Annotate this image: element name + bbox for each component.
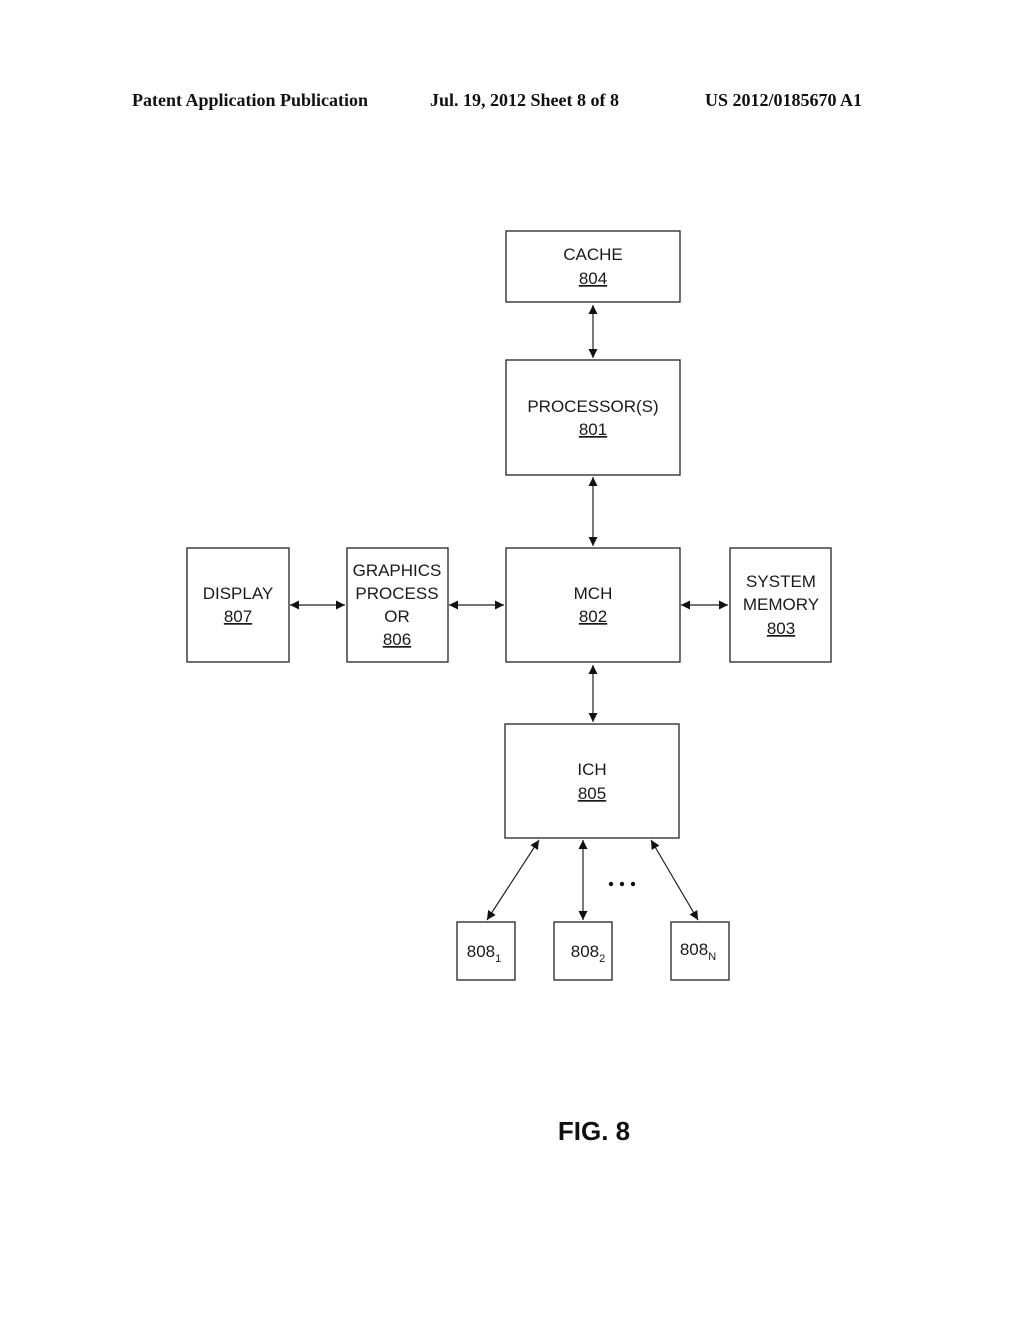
processor-ref: 801 [579,420,607,439]
cache-ref: 804 [579,269,607,288]
graphics-label-line3: OR [384,607,410,626]
ich-block: ICH 805 [504,723,680,839]
cache-label: CACHE [563,245,623,264]
display-label: DISPLAY [203,584,274,603]
device-1-ref: 808 [467,942,495,961]
display-ref: 807 [224,607,252,626]
device-n-ref: 808 [680,940,708,959]
graphics-label-line1: GRAPHICS [353,561,442,580]
display-block: DISPLAY 807 [186,547,290,663]
connector-ich-device1 [486,839,540,921]
memory-ref: 803 [767,619,795,638]
ich-label: ICH [577,760,606,779]
device-1-block: 8081 [456,921,516,981]
graphics-label-line2: PROCESS [355,584,438,603]
connector-ich-deviceN [650,839,699,921]
figure-label: FIG. 8 [558,1116,630,1146]
ich-ref: 805 [578,784,606,803]
device-2-ref: 808 [571,942,599,961]
cache-block: CACHE 804 [505,230,681,303]
memory-label-line2: MEMORY [743,595,819,614]
memory-label-line1: SYSTEM [746,572,816,591]
device-n-block: 808N [670,921,730,981]
device-2-subscript: 2 [599,953,605,965]
mch-block: MCH 802 [505,547,681,663]
device-n-subscript: N [708,951,716,963]
processor-block: PROCESSOR(S) 801 [505,359,681,476]
mch-label: MCH [574,584,613,603]
processor-label: PROCESSOR(S) [527,397,658,416]
block-diagram: CACHE 804 PROCESSOR(S) 801 DISPLAY 807 G… [186,230,832,1146]
system-memory-block: SYSTEM MEMORY 803 [729,547,832,663]
mch-ref: 802 [579,607,607,626]
device-2-block: 8082 [553,921,613,981]
graphics-processor-block: GRAPHICS PROCESS OR 806 [346,547,449,663]
device-1-subscript: 1 [495,953,501,965]
ellipsis [608,881,636,887]
graphics-ref: 806 [383,630,411,649]
